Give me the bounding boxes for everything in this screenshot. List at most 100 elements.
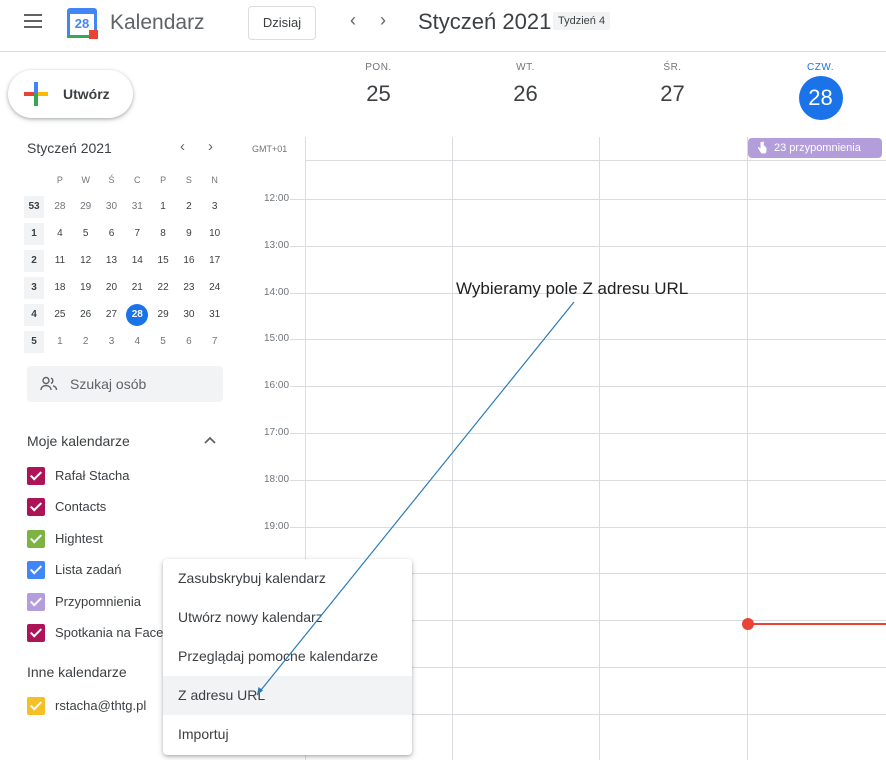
mini-calendar-day[interactable]: 26 bbox=[73, 304, 99, 326]
my-calendar-label: Przypomnienia bbox=[55, 593, 141, 609]
week-number-header bbox=[24, 169, 44, 191]
week-number[interactable]: 4 bbox=[24, 303, 44, 326]
mini-calendar-day[interactable]: 28 bbox=[47, 196, 73, 218]
mini-calendar-day[interactable]: 10 bbox=[202, 223, 228, 245]
checkbox-checked-icon[interactable] bbox=[27, 697, 45, 715]
mini-calendar-day[interactable]: 17 bbox=[202, 250, 228, 272]
mini-calendar-day[interactable]: 11 bbox=[47, 250, 73, 272]
week-number[interactable]: 3 bbox=[24, 276, 44, 299]
mini-calendar-prev-button[interactable]: ‹ bbox=[180, 138, 185, 155]
mini-calendar-day[interactable]: 25 bbox=[47, 304, 73, 326]
mini-calendar-day[interactable]: 19 bbox=[73, 277, 99, 299]
plus-icon bbox=[24, 82, 48, 106]
mini-calendar-day[interactable]: 29 bbox=[150, 304, 176, 326]
day-header[interactable]: WT. 26 bbox=[452, 62, 599, 107]
weekday-header: W bbox=[81, 174, 90, 185]
menu-item-import[interactable]: Importuj bbox=[163, 715, 412, 754]
week-number[interactable]: 1 bbox=[24, 222, 44, 245]
checkbox-checked-icon[interactable] bbox=[27, 624, 45, 642]
checkbox-checked-icon[interactable] bbox=[27, 529, 45, 548]
hour-gridline bbox=[290, 433, 886, 434]
mini-calendar-day[interactable]: 30 bbox=[176, 304, 202, 326]
menu-item-create-new[interactable]: Utwórz nowy kalendarz bbox=[163, 598, 412, 637]
mini-calendar-day[interactable]: 7 bbox=[202, 331, 228, 353]
mini-calendar-today[interactable]: 28 bbox=[124, 303, 150, 326]
mini-calendar-day[interactable]: 3 bbox=[202, 196, 228, 218]
create-button-label: Utwórz bbox=[63, 86, 110, 102]
mini-calendar-day[interactable]: 2 bbox=[176, 196, 202, 218]
mini-calendar-day[interactable]: 22 bbox=[150, 277, 176, 299]
mini-calendar-day[interactable]: 15 bbox=[150, 250, 176, 272]
day-of-week-label: WT. bbox=[516, 62, 535, 73]
day-header-today[interactable]: CZW. 28 bbox=[747, 62, 886, 120]
top-bar: 28 Kalendarz Dzisiaj ‹ › Styczeń 2021 Ty… bbox=[0, 0, 886, 52]
mini-calendar-day[interactable]: 5 bbox=[73, 223, 99, 245]
mini-calendar-day[interactable]: 4 bbox=[47, 223, 73, 245]
timezone-label: GMT+01 bbox=[252, 144, 288, 154]
mini-calendar-day[interactable]: 31 bbox=[124, 196, 150, 218]
search-people-input[interactable]: Szukaj osób bbox=[27, 366, 223, 402]
mini-calendar-day[interactable]: 8 bbox=[150, 223, 176, 245]
mini-calendar-grid: P W Ś C P S N 53 28 29 30 31 1 2 3 1 4 5… bbox=[24, 166, 228, 355]
mini-calendar-day[interactable]: 30 bbox=[99, 196, 125, 218]
week-number-badge: Tydzień 4 bbox=[553, 12, 611, 30]
mini-calendar-day[interactable]: 20 bbox=[99, 277, 125, 299]
hour-label: 12:00 bbox=[264, 193, 290, 204]
weekday-header: C bbox=[134, 174, 141, 185]
checkbox-checked-icon[interactable] bbox=[27, 467, 45, 485]
mini-calendar-day[interactable]: 2 bbox=[73, 331, 99, 353]
day-header[interactable]: PON. 25 bbox=[305, 62, 452, 107]
mini-calendar-day[interactable]: 1 bbox=[150, 196, 176, 218]
other-calendars-title[interactable]: Inne kalendarze bbox=[27, 664, 127, 680]
my-calendar-label: Contacts bbox=[55, 499, 107, 515]
week-number[interactable]: 53 bbox=[24, 195, 44, 218]
mini-calendar-day[interactable]: 4 bbox=[124, 331, 150, 353]
menu-item-subscribe[interactable]: Zasubskrybuj kalendarz bbox=[163, 559, 412, 598]
mini-calendar-day[interactable]: 24 bbox=[202, 277, 228, 299]
mini-calendar-day[interactable]: 1 bbox=[47, 331, 73, 353]
mini-calendar-day[interactable]: 14 bbox=[124, 250, 150, 272]
mini-calendar-day[interactable]: 5 bbox=[150, 331, 176, 353]
checkbox-checked-icon[interactable] bbox=[27, 561, 45, 580]
reminders-chip[interactable]: 23 przypomnienia bbox=[748, 138, 882, 158]
previous-period-button[interactable]: ‹ bbox=[343, 10, 363, 31]
hamburger-menu-icon[interactable] bbox=[24, 14, 42, 30]
today-button[interactable]: Dzisiaj bbox=[248, 6, 316, 40]
add-calendar-menu: Zasubskrybuj kalendarz Utwórz nowy kalen… bbox=[163, 559, 412, 755]
menu-item-from-url[interactable]: Z adresu URL bbox=[163, 676, 412, 715]
hour-label: 18:00 bbox=[264, 473, 290, 485]
mini-calendar-day[interactable]: 31 bbox=[202, 304, 228, 326]
mini-calendar-day[interactable]: 23 bbox=[176, 277, 202, 299]
next-period-button[interactable]: › bbox=[373, 10, 393, 31]
reminders-chip-label: 23 przypomnienia bbox=[774, 142, 861, 154]
my-calendar-label: Spotkania na Face bbox=[55, 625, 164, 640]
mini-calendar-day[interactable]: 29 bbox=[73, 196, 99, 218]
mini-calendar-next-button[interactable]: › bbox=[208, 138, 213, 155]
mini-calendar-day[interactable]: 27 bbox=[99, 304, 125, 326]
mini-calendar-day[interactable]: 6 bbox=[176, 331, 202, 353]
other-calendar-label: rstacha@thtg.pl bbox=[55, 698, 147, 713]
mini-calendar-day[interactable]: 6 bbox=[99, 223, 125, 245]
mini-calendar-day[interactable]: 21 bbox=[124, 277, 150, 299]
mini-calendar-day[interactable]: 16 bbox=[176, 250, 202, 272]
mini-calendar-day[interactable]: 12 bbox=[73, 250, 99, 272]
mini-calendar-day[interactable]: 18 bbox=[47, 277, 73, 299]
mini-calendar-day[interactable]: 3 bbox=[99, 331, 125, 353]
week-number[interactable]: 2 bbox=[24, 249, 44, 272]
menu-item-browse[interactable]: Przeglądaj pomocne kalendarze bbox=[163, 637, 412, 676]
create-button[interactable]: Utwórz bbox=[8, 70, 133, 118]
mini-calendar-week: 3 18 19 20 21 22 23 24 bbox=[24, 274, 228, 301]
weekday-header: N bbox=[211, 174, 218, 185]
checkbox-checked-icon[interactable] bbox=[27, 592, 45, 611]
mini-calendar-day[interactable]: 13 bbox=[99, 250, 125, 272]
chevron-up-icon[interactable] bbox=[204, 432, 216, 447]
week-number[interactable]: 5 bbox=[24, 330, 44, 353]
my-calendars-title[interactable]: Moje kalendarze bbox=[27, 433, 130, 449]
my-calendar-label: Rafał Stacha bbox=[55, 468, 130, 483]
mini-calendar-header-row: P W Ś C P S N bbox=[24, 166, 228, 193]
day-header[interactable]: ŚR. 27 bbox=[599, 62, 746, 107]
checkbox-checked-icon[interactable] bbox=[27, 498, 45, 517]
mini-calendar-day[interactable]: 9 bbox=[176, 223, 202, 245]
mini-calendar-day[interactable]: 7 bbox=[124, 223, 150, 245]
people-icon bbox=[40, 376, 58, 391]
